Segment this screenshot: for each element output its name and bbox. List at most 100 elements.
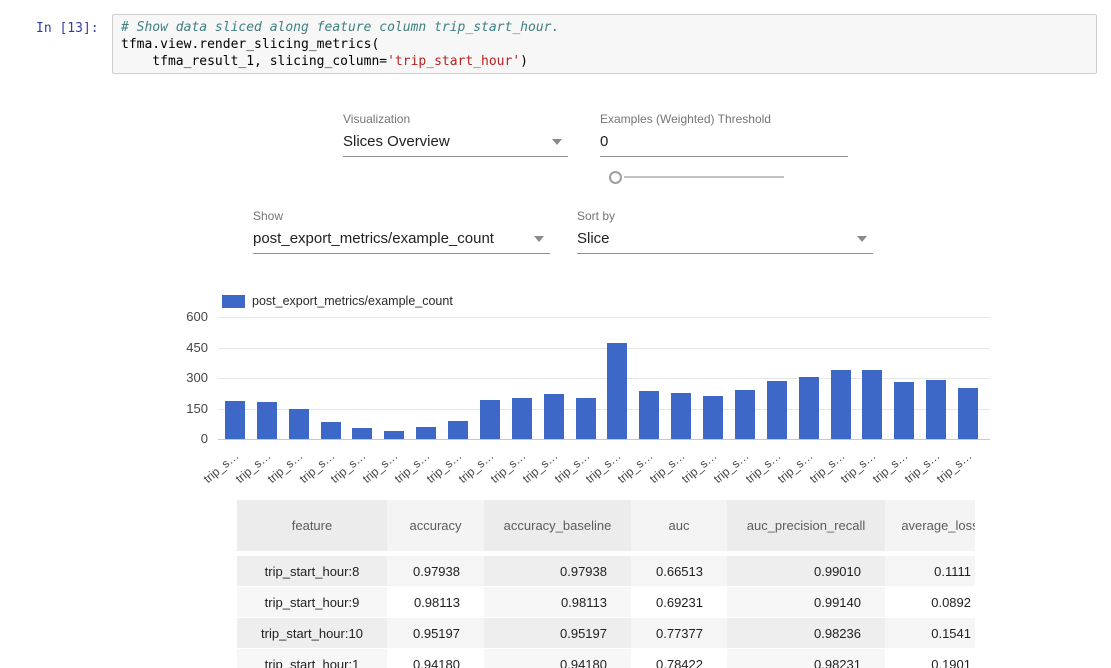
slider-track[interactable] — [624, 176, 784, 178]
bar-19[interactable] — [831, 370, 851, 439]
threshold-input-row[interactable] — [600, 130, 848, 157]
metric-cell: 0.66513 — [631, 555, 727, 586]
column-header-auc_precision_recall[interactable]: auc_precision_recall — [727, 500, 885, 555]
y-axis-tick-label: 150 — [158, 401, 208, 416]
column-header-accuracy[interactable]: accuracy — [387, 500, 484, 555]
feature-cell: trip_start_hour:10 — [237, 617, 387, 648]
metric-cell: 0.1111 — [885, 555, 975, 586]
metric-cell: 0.0892 — [885, 586, 975, 617]
gridline — [218, 348, 990, 349]
y-axis-tick-label: 300 — [158, 370, 208, 385]
bar-20[interactable] — [862, 370, 882, 439]
metric-cell: 0.99010 — [727, 555, 885, 586]
bar-21[interactable] — [894, 382, 914, 439]
y-axis-tick-label: 0 — [158, 431, 208, 446]
metric-cell: 0.69231 — [631, 586, 727, 617]
code-token-comment: # Show data sliced along feature column … — [121, 20, 559, 35]
visualization-value: Slices Overview — [343, 133, 450, 150]
show-value: post_export_metrics/example_count — [253, 230, 494, 247]
metric-cell: 0.95197 — [387, 617, 484, 648]
column-header-accuracy_baseline[interactable]: accuracy_baseline — [484, 500, 631, 555]
code-line: tfma_result_1, slicing_column='trip_star… — [121, 53, 1088, 70]
bar-1[interactable] — [257, 402, 277, 439]
metric-cell: 0.78422 — [631, 648, 727, 668]
visualization-label: Visualization — [343, 112, 568, 126]
metric-cell: 0.1541 — [885, 617, 975, 648]
table-header-row: featureaccuracyaccuracy_baselineaucauc_p… — [237, 500, 975, 555]
metric-cell: 0.94180 — [484, 648, 631, 668]
chevron-down-icon — [552, 139, 562, 145]
chevron-down-icon — [534, 236, 544, 242]
show-metric-dropdown[interactable]: Show post_export_metrics/example_count — [253, 209, 550, 254]
bar-16[interactable] — [735, 390, 755, 439]
bar-8[interactable] — [480, 400, 500, 439]
feature-cell: trip_start_hour:1 — [237, 648, 387, 668]
bar-7[interactable] — [448, 421, 468, 439]
visualization-dropdown[interactable]: Visualization Slices Overview — [343, 112, 568, 157]
code-editor[interactable]: # Show data sliced along feature column … — [121, 19, 1088, 70]
gridline — [218, 317, 990, 318]
column-header-auc[interactable]: auc — [631, 500, 727, 555]
column-header-feature[interactable]: feature — [237, 500, 387, 555]
y-axis: 0150300450600 — [158, 317, 208, 439]
code-line: # Show data sliced along feature column … — [121, 19, 1088, 36]
metrics-table: featureaccuracyaccuracy_baselineaucauc_p… — [237, 500, 975, 668]
threshold-label: Examples (Weighted) Threshold — [600, 112, 848, 126]
bar-6[interactable] — [416, 427, 436, 439]
table-row[interactable]: trip_start_hour:100.951970.951970.773770… — [237, 617, 975, 648]
table-row[interactable]: trip_start_hour:10.941800.941800.784220.… — [237, 648, 975, 668]
legend-swatch — [222, 295, 245, 308]
bar-18[interactable] — [799, 377, 819, 439]
feature-cell: trip_start_hour:8 — [237, 555, 387, 586]
code-cell[interactable]: # Show data sliced along feature column … — [112, 14, 1097, 74]
bar-13[interactable] — [639, 391, 659, 439]
table-row[interactable]: trip_start_hour:90.981130.981130.692310.… — [237, 586, 975, 617]
metric-cell: 0.99140 — [727, 586, 885, 617]
show-label: Show — [253, 209, 550, 223]
bar-3[interactable] — [321, 422, 341, 439]
chevron-down-icon — [857, 236, 867, 242]
sort-by-select[interactable]: Slice — [577, 227, 873, 254]
code-token-plain: ) — [520, 54, 528, 69]
x-axis: trip_s…trip_s…trip_s…trip_s…trip_s…trip_… — [218, 439, 1008, 487]
bar-2[interactable] — [289, 409, 309, 439]
show-select[interactable]: post_export_metrics/example_count — [253, 227, 550, 254]
threshold-input[interactable] — [600, 133, 848, 150]
bar-22[interactable] — [926, 380, 946, 439]
bar-12[interactable] — [607, 343, 627, 439]
visualization-select[interactable]: Slices Overview — [343, 130, 568, 157]
legend-label: post_export_metrics/example_count — [252, 294, 453, 308]
y-axis-tick-label: 450 — [158, 340, 208, 355]
bar-14[interactable] — [671, 393, 691, 439]
metric-cell: 0.97938 — [387, 555, 484, 586]
metric-cell: 0.97938 — [484, 555, 631, 586]
threshold-slider[interactable] — [609, 170, 786, 185]
y-axis-tick-label: 600 — [158, 309, 208, 324]
bar-17[interactable] — [767, 381, 787, 439]
bar-23[interactable] — [958, 388, 978, 439]
chart-legend: post_export_metrics/example_count — [222, 294, 453, 308]
metric-cell: 0.95197 — [484, 617, 631, 648]
table-row[interactable]: trip_start_hour:80.979380.979380.665130.… — [237, 555, 975, 586]
column-header-average_loss[interactable]: average_loss — [885, 500, 975, 555]
metric-cell: 0.98113 — [484, 586, 631, 617]
metric-cell: 0.1901 — [885, 648, 975, 668]
sort-by-dropdown[interactable]: Sort by Slice — [577, 209, 873, 254]
bar-15[interactable] — [703, 396, 723, 439]
metric-cell: 0.98236 — [727, 617, 885, 648]
bar-5[interactable] — [384, 431, 404, 439]
bar-0[interactable] — [225, 401, 245, 439]
metric-cell: 0.98113 — [387, 586, 484, 617]
feature-cell: trip_start_hour:9 — [237, 586, 387, 617]
bar-11[interactable] — [576, 398, 596, 439]
code-token-plain: tfma.view.render_slicing_metrics( — [121, 37, 379, 52]
slider-knob[interactable] — [609, 171, 622, 184]
code-token-string: 'trip_start_hour' — [387, 54, 520, 69]
metric-cell: 0.98231 — [727, 648, 885, 668]
bar-10[interactable] — [544, 394, 564, 439]
bar-9[interactable] — [512, 398, 532, 439]
metrics-table-container: featureaccuracyaccuracy_baselineaucauc_p… — [237, 500, 975, 668]
metric-cell: 0.94180 — [387, 648, 484, 668]
bar-4[interactable] — [352, 428, 372, 439]
slices-bar-chart — [218, 317, 990, 439]
